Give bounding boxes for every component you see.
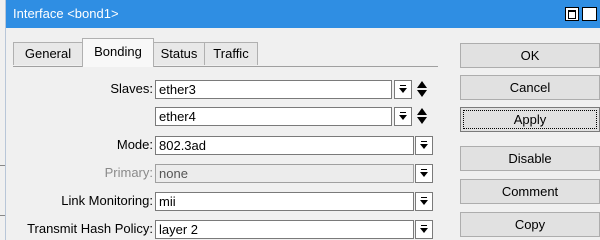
slaves-label-cell: Slaves: bbox=[13, 80, 153, 99]
tab-bar: General Bonding Status Traffic bbox=[13, 38, 438, 67]
dropdown-icon bbox=[415, 164, 433, 183]
tab-label: Status bbox=[160, 46, 198, 61]
slave-select-2[interactable]: ether4 bbox=[155, 107, 392, 126]
cancel-button[interactable]: Cancel bbox=[460, 75, 600, 100]
link-monitoring-label: Link Monitoring: bbox=[61, 193, 153, 208]
window-title: Interface <bond1> bbox=[13, 6, 119, 21]
dropdown-icon[interactable] bbox=[394, 107, 412, 126]
maximize-icon[interactable] bbox=[565, 7, 579, 21]
transmit-hash-policy-select[interactable]: layer 2 bbox=[155, 220, 414, 239]
primary-label: Primary: bbox=[104, 165, 153, 180]
link-monitoring-label-cell: Link Monitoring: bbox=[13, 192, 153, 211]
tab-status[interactable]: Status bbox=[153, 42, 205, 65]
primary-select: none bbox=[155, 164, 414, 183]
slaves-label: Slaves: bbox=[110, 81, 153, 96]
tab-traffic[interactable]: Traffic bbox=[204, 42, 258, 65]
title-bar[interactable]: Interface <bond1> bbox=[6, 0, 600, 28]
disable-button[interactable]: Disable bbox=[460, 146, 600, 171]
down-arrow-icon[interactable] bbox=[417, 90, 427, 97]
transmit-hash-policy-label: Transmit Hash Policy: bbox=[27, 221, 153, 236]
comment-button[interactable]: Comment bbox=[460, 179, 600, 204]
dropdown-icon[interactable] bbox=[415, 220, 433, 239]
mode-label-cell: Mode: bbox=[13, 136, 153, 155]
apply-button[interactable]: Apply bbox=[460, 107, 600, 132]
tab-label: Traffic bbox=[213, 46, 249, 61]
interface-window: Interface <bond1> General Bonding Status… bbox=[5, 0, 600, 240]
down-arrow-icon[interactable] bbox=[417, 117, 427, 124]
transmit-hash-policy-label-cell: Transmit Hash Policy: bbox=[13, 220, 153, 239]
ok-button[interactable]: OK bbox=[460, 43, 600, 68]
mode-select[interactable]: 802.3ad bbox=[155, 136, 414, 155]
tab-label: General bbox=[24, 46, 72, 61]
close-icon[interactable] bbox=[582, 7, 597, 21]
up-arrow-icon[interactable] bbox=[417, 108, 427, 115]
up-down-icon[interactable] bbox=[417, 107, 427, 126]
mode-label: Mode: bbox=[116, 137, 153, 152]
tab-general[interactable]: General bbox=[13, 42, 83, 65]
dropdown-icon[interactable] bbox=[415, 192, 433, 211]
up-down-icon[interactable] bbox=[417, 80, 427, 99]
up-arrow-icon[interactable] bbox=[417, 81, 427, 88]
link-monitoring-select[interactable]: mii bbox=[155, 192, 414, 211]
tab-bonding[interactable]: Bonding bbox=[82, 38, 154, 67]
tab-label: Bonding bbox=[94, 44, 142, 59]
slave-select-1[interactable]: ether3 bbox=[155, 80, 392, 99]
dropdown-icon[interactable] bbox=[415, 136, 433, 155]
copy-button[interactable]: Copy bbox=[460, 212, 600, 237]
primary-label-cell: Primary: bbox=[13, 164, 153, 183]
dropdown-icon[interactable] bbox=[394, 80, 412, 99]
